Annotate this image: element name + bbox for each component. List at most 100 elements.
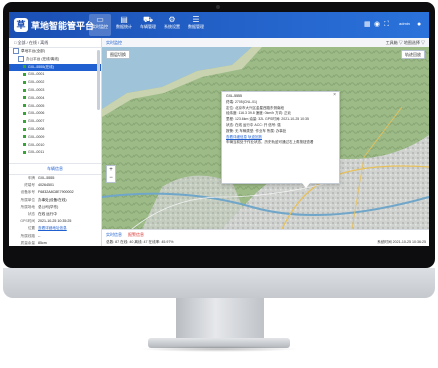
detail-row: 所属单位 办事处(设备/在线)	[9, 197, 101, 204]
detail-key: 设备序号	[20, 190, 35, 195]
tree-item-label: GXL-0005	[28, 103, 45, 108]
main-content: 实时监控 工具箱 ▽ 地图选择 ▽ 图层切换 轨迹回放 + − × GXL-55…	[102, 38, 429, 246]
tree-item-label: GXL-0001	[28, 72, 45, 77]
detail-value[interactable]: 查看详细地址信息	[38, 226, 67, 230]
tree-item[interactable]: GXL-0011	[9, 149, 101, 157]
tab-realtime-info[interactable]: 实时信息	[106, 231, 122, 238]
detail-value: 总公司(华东)	[38, 204, 59, 209]
tree-item-label: GXL-0004	[28, 95, 45, 100]
layer-toggle-button[interactable]: 图层切换	[106, 50, 130, 59]
tree-item[interactable]: GXL-0002	[9, 79, 101, 87]
avatar[interactable]: ●	[417, 20, 421, 29]
detail-value: 办事处(设备/在线)	[38, 197, 67, 202]
monitor-stand-neck	[176, 298, 264, 342]
nav-item-label: 系统设置	[164, 24, 180, 29]
monitor-bezel: 草 草地智能管平台 ▭ 实时监控 ▤ 数据统计 ⛟ 车辆管理 ⚙ 系统设置 ☰ 数据管理 ▦ ◉ …	[3, 2, 435, 268]
nav-item-label: 车辆管理	[140, 24, 156, 29]
vehicle-icon	[23, 104, 26, 108]
detail-value: 2021-10-25 10:35:25	[38, 219, 72, 224]
tree-item-label: 办公平台 (在线/离线)	[26, 56, 60, 61]
fullscreen-icon[interactable]: ⛶	[384, 20, 389, 29]
detail-key: 所属单位	[20, 197, 35, 202]
bottom-panel: 实时信息 报警信息 总数: 87 在线: 40 离线: 47 在线率: 45.9…	[102, 229, 429, 246]
vehicle-icon	[23, 143, 26, 147]
track-playback-button[interactable]: 轨迹回放	[401, 50, 425, 59]
detail-row: 所属场地 总公司(华东)	[9, 204, 101, 211]
zoom-in-button[interactable]: +	[107, 166, 115, 174]
tree-item[interactable]: GXL-0009	[9, 134, 101, 142]
webcam	[216, 5, 220, 9]
vehicle-tree: 草地平台(全部) 办公平台 (在线/离线) GXL-5555(在线) GXL-0001…	[9, 48, 101, 162]
detail-row: 质量余量 85cm	[9, 240, 101, 246]
logo-icon: 草	[14, 18, 28, 32]
detail-header: 车辆信息	[9, 163, 101, 175]
tree-item[interactable]: GXL-0007	[9, 118, 101, 126]
nav-item[interactable]: ☰ 数据管理	[185, 14, 207, 36]
user-name[interactable]: admin	[399, 21, 410, 26]
sidebar-filter[interactable]: □ 全部 / 在线 / 离线	[9, 38, 101, 48]
tab-monitor[interactable]: 实时监控	[106, 38, 122, 47]
tree-item[interactable]: GXL-0006	[9, 110, 101, 118]
sidebar: □ 全部 / 在线 / 离线 草地平台(全部) 办公平台 (在线/离线) GXL-5…	[9, 38, 102, 246]
vehicle-icon	[23, 135, 26, 139]
sidebar-scrollbar[interactable]	[97, 50, 100, 110]
tree-item[interactable]: GXL-0010	[9, 142, 101, 150]
detail-key: 位置	[27, 226, 35, 231]
map-view[interactable]: 图层切换 轨迹回放 + − × GXL-5555 终端: 2705(CNL-01…	[102, 47, 429, 229]
vehicle-icon	[23, 72, 26, 76]
system-time: 系统时间 2021-10-25 10:36:25	[377, 240, 426, 244]
detail-row: 状态 在线 运行中	[9, 211, 101, 218]
tree-item[interactable]: GXL-0001	[9, 71, 101, 79]
detail-key: 状态	[27, 211, 35, 216]
tree-item[interactable]: GXL-5555(在线)	[9, 63, 101, 72]
detail-row: 设备序号 F6832A8C8E7900002	[9, 189, 101, 196]
nav-item[interactable]: ▤ 数据统计	[113, 14, 135, 36]
detail-key: 质量余量	[20, 240, 35, 245]
top-bar: 草 草地智能管平台 ▭ 实时监控 ▤ 数据统计 ⛟ 车辆管理 ⚙ 系统设置 ☰ 数据管理 ▦ ◉ …	[9, 12, 429, 38]
detail-value: 85cm	[38, 240, 47, 245]
tree-item-label: GXL-5555(在线)	[28, 64, 54, 69]
tree-item-label: GXL-0010	[28, 142, 45, 147]
zoom-out-button[interactable]: −	[107, 174, 115, 182]
vehicle-details: 车牌 GXL-5555 终端号 40264501 设备序号 F6832A8C8E79000…	[9, 175, 101, 246]
vehicle-icon	[23, 119, 26, 123]
nav-item[interactable]: ▭ 实时监控	[89, 14, 111, 36]
bell-icon[interactable]: ◉	[374, 20, 380, 29]
vehicle-info-popup: × GXL-5555 终端: 2705(CNL-01) 定位: 北京市大兴区金星西…	[221, 91, 340, 188]
tree-item-label: GXL-0007	[28, 119, 45, 124]
grid-icon[interactable]: ▦	[364, 20, 371, 29]
vehicle-icon	[23, 80, 26, 84]
nav-item[interactable]: ⚙ 系统设置	[161, 14, 183, 36]
tree-item[interactable]: 办公平台 (在线/离线)	[9, 55, 101, 64]
vehicle-icon	[23, 111, 26, 115]
monitor-chin	[3, 268, 435, 298]
nav-item[interactable]: ⛟ 车辆管理	[137, 14, 159, 36]
vehicle-icon	[23, 65, 26, 69]
nav-item-label: 数据管理	[188, 24, 204, 29]
detail-key: GPS时间	[20, 219, 35, 224]
popup-tail	[302, 183, 310, 188]
tree-item-label: 草地平台(全部)	[21, 49, 45, 53]
vehicle-icon	[23, 96, 26, 100]
tree-item[interactable]: 草地平台(全部)	[9, 48, 101, 56]
zoom-control: + −	[106, 165, 116, 183]
detail-row: 车牌 GXL-5555	[9, 175, 101, 182]
tree-item[interactable]: GXL-0005	[9, 103, 101, 111]
tree-item[interactable]: GXL-0003	[9, 87, 101, 95]
tree-item-label: GXL-0003	[28, 87, 45, 92]
detail-key: 所属线路	[20, 233, 35, 238]
tree-item[interactable]: GXL-0004	[9, 95, 101, 103]
map-tools[interactable]: 工具箱 ▽ 地图选择 ▽	[386, 38, 425, 47]
vehicle-stats: 总数: 87 在线: 40 离线: 47 在线率: 45.97%	[106, 240, 174, 244]
detail-value: 40264501	[38, 183, 54, 188]
detail-row: 所属线路 --	[9, 233, 101, 240]
popup-lines: 终端: 2705(CNL-01) 定位: 北京市大兴区金星西路东侧南段 经纬度: 1…	[226, 100, 335, 135]
tab-alarm-info[interactable]: 报警信息	[128, 231, 144, 238]
close-icon[interactable]: ×	[333, 92, 336, 99]
vehicle-icon	[23, 88, 26, 92]
detail-row: GPS时间 2021-10-25 10:35:25	[9, 218, 101, 225]
detail-value: 在线 运行中	[38, 211, 57, 216]
tree-item[interactable]: GXL-0008	[9, 126, 101, 134]
tree-item-label: GXL-0008	[28, 126, 45, 131]
stand-shadow	[140, 346, 298, 352]
